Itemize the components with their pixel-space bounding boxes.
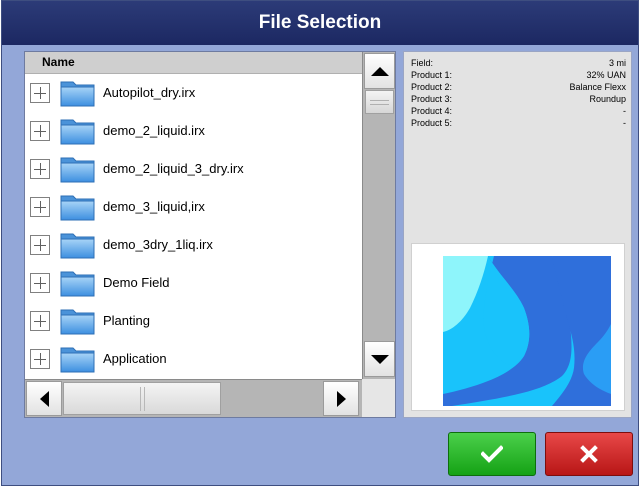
folder-icon xyxy=(60,309,95,335)
file-name: demo_3_liquid,irx xyxy=(103,199,205,214)
detail-value: - xyxy=(623,118,626,128)
folder-icon xyxy=(60,233,95,259)
file-name: demo_3dry_1liq.irx xyxy=(103,237,213,252)
expand-icon[interactable] xyxy=(30,121,50,141)
detail-key: Field: xyxy=(411,58,434,68)
name-column-header: Name xyxy=(42,55,75,69)
folder-icon xyxy=(60,157,95,183)
detail-row: Product 2: Balance Flexx xyxy=(411,82,626,94)
folder-icon xyxy=(60,347,95,373)
prescription-map xyxy=(443,256,611,406)
folder-icon xyxy=(60,271,95,297)
file-list: Name Autopilot_dry.irx demo_2_liquid.irx xyxy=(24,51,396,418)
expand-icon[interactable] xyxy=(30,83,50,103)
expand-icon[interactable] xyxy=(30,197,50,217)
list-item[interactable]: Demo Field xyxy=(25,264,362,302)
file-details-panel: Field: 3 mi Product 1: 32% UAN Product 2… xyxy=(403,51,632,418)
detail-row: Product 1: 32% UAN xyxy=(411,70,626,82)
list-header[interactable]: Name xyxy=(25,52,362,74)
folder-icon xyxy=(60,119,95,145)
field-map-preview xyxy=(411,243,625,411)
horizontal-scrollbar[interactable] xyxy=(25,379,362,417)
list-item[interactable]: demo_2_liquid_3_dry.irx xyxy=(25,150,362,188)
ok-button[interactable] xyxy=(448,432,536,476)
cancel-button[interactable] xyxy=(545,432,633,476)
file-selection-dialog: File Selection Name Autopilot_dry.irx de… xyxy=(1,0,639,486)
detail-key: Product 2: xyxy=(411,82,453,92)
detail-key: Product 5: xyxy=(411,118,453,128)
file-rows: Autopilot_dry.irx demo_2_liquid.irx demo… xyxy=(25,74,362,379)
detail-key: Product 3: xyxy=(411,94,453,104)
detail-value: 3 mi xyxy=(608,58,626,68)
expand-icon[interactable] xyxy=(30,235,50,255)
folder-name: Planting xyxy=(103,313,150,328)
list-item[interactable]: demo_3dry_1liq.irx xyxy=(25,226,362,264)
file-name: demo_2_liquid_3_dry.irx xyxy=(103,161,244,176)
scrollbar-corner xyxy=(362,379,395,417)
expand-icon[interactable] xyxy=(30,159,50,179)
expand-icon[interactable] xyxy=(30,349,50,369)
list-item[interactable]: Autopilot_dry.irx xyxy=(25,74,362,112)
folder-icon xyxy=(60,195,95,221)
detail-row: Product 4: - xyxy=(411,106,626,118)
list-item[interactable]: demo_2_liquid.irx xyxy=(25,112,362,150)
scroll-right-button[interactable] xyxy=(323,381,359,416)
detail-row: Product 3: Roundup xyxy=(411,94,626,106)
arrow-down-icon xyxy=(370,354,389,364)
detail-key: Product 4: xyxy=(411,106,453,116)
dialog-title: File Selection xyxy=(2,1,638,45)
horizontal-scroll-thumb[interactable] xyxy=(63,382,221,415)
detail-value: - xyxy=(623,106,626,116)
scroll-up-button[interactable] xyxy=(364,53,395,89)
folder-icon xyxy=(60,81,95,107)
list-item[interactable]: demo_3_liquid,irx xyxy=(25,188,362,226)
expand-icon[interactable] xyxy=(30,311,50,331)
folder-name: Demo Field xyxy=(103,275,170,290)
vertical-scrollbar[interactable] xyxy=(362,52,395,379)
detail-value: 32% UAN xyxy=(586,70,626,80)
file-name: Autopilot_dry.irx xyxy=(103,85,196,100)
detail-row: Field: 3 mi xyxy=(411,58,626,70)
expand-icon[interactable] xyxy=(30,273,50,293)
scroll-left-button[interactable] xyxy=(26,381,62,416)
arrow-up-icon xyxy=(370,66,389,76)
detail-row: Product 5: - xyxy=(411,118,626,130)
detail-value: Balance Flexx xyxy=(569,82,626,92)
arrow-right-icon xyxy=(336,390,346,407)
checkmark-icon xyxy=(481,445,503,463)
list-item[interactable]: Application xyxy=(25,340,362,378)
scroll-down-button[interactable] xyxy=(364,341,395,377)
arrow-left-icon xyxy=(39,390,49,407)
vertical-scroll-thumb[interactable] xyxy=(365,90,394,114)
file-name: demo_2_liquid.irx xyxy=(103,123,205,138)
detail-key: Product 1: xyxy=(411,70,453,80)
x-icon xyxy=(580,445,598,463)
detail-value: Roundup xyxy=(589,94,626,104)
folder-name: Application xyxy=(103,351,167,366)
list-item[interactable]: Planting xyxy=(25,302,362,340)
